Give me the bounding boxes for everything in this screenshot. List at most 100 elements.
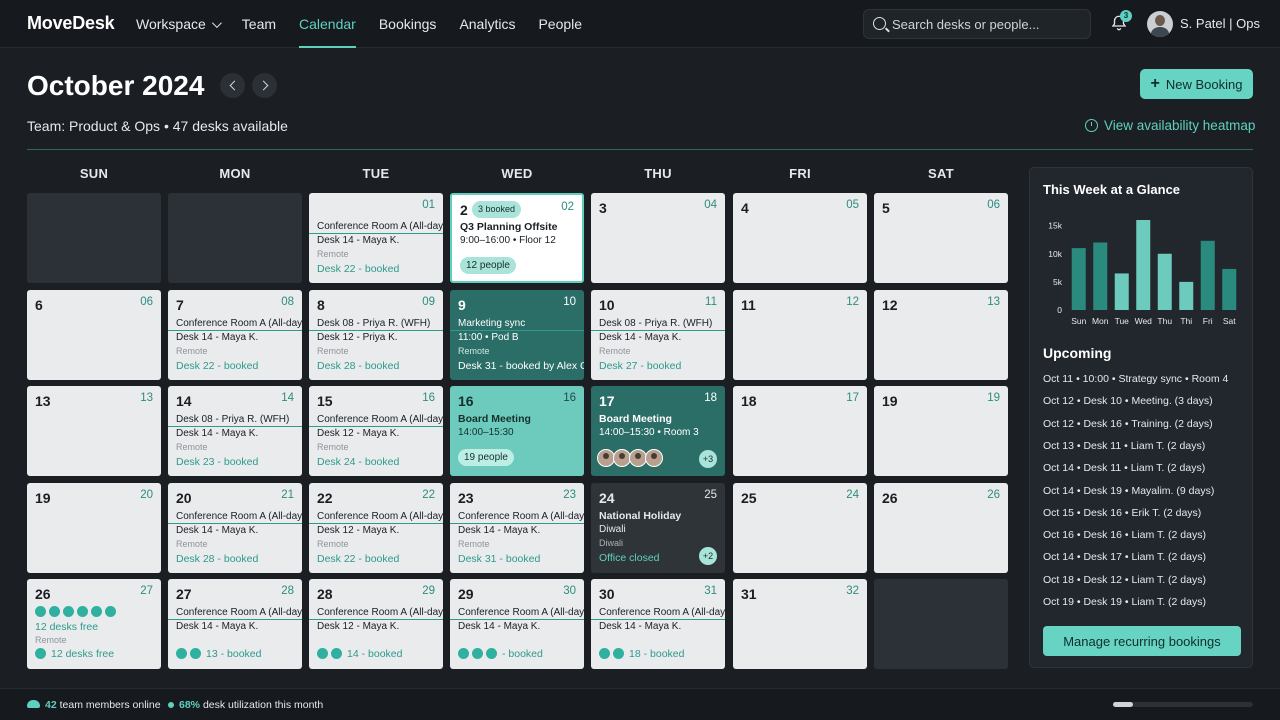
upcoming-item[interactable]: Oct 14 • Desk 19 • Mayalim. (9 days) (1043, 485, 1214, 497)
x-tick-label: Thu (1157, 316, 1172, 326)
upcoming-item[interactable]: Oct 13 • Desk 11 • Liam T. (2 days) (1043, 440, 1205, 452)
calendar-day-cell[interactable]: 19 19 (874, 386, 1008, 476)
nav-item-label: People (538, 16, 583, 32)
row-separator (450, 523, 584, 524)
calendar-day-cell[interactable]: 6 06 (27, 290, 161, 380)
chart-bar[interactable] (1114, 273, 1129, 310)
calendar-day-cell[interactable]: 7 08 Conference Room A (All-day) Desk 14 - … (168, 290, 302, 380)
week-number: 08 (281, 296, 294, 308)
week-number: 10 (563, 296, 576, 308)
upcoming-item[interactable]: Oct 11 • 10:00 • Strategy sync • Room 4 (1043, 373, 1228, 385)
nav-item-bookings[interactable]: Bookings (379, 0, 437, 48)
calendar-day-cell[interactable]: 22 22 Conference Room A (All-day) Desk 12 -… (309, 483, 443, 573)
booking-line: Desk 08 - Priya R. (WFH) (317, 318, 431, 329)
week-number: 12 (846, 296, 859, 308)
calendar-day-cell[interactable]: 26 26 (874, 483, 1008, 573)
nav-item-analytics[interactable]: Analytics (459, 0, 515, 48)
calendar-day-cell[interactable]: 15 16 Conference Room A (All-day) Desk 12 -… (309, 386, 443, 476)
calendar-day-cell[interactable]: 01 Conference Room A (All-day) Desk 14 - M… (309, 193, 443, 283)
day-number: 30 (599, 586, 615, 602)
calendar-day-cell[interactable]: 23 23 Conference Room A (All-day) Desk 14 -… (450, 483, 584, 573)
horizontal-scrollbar[interactable] (1113, 702, 1253, 707)
manage-recurring-bookings-button[interactable]: Manage recurring bookings (1043, 626, 1241, 656)
calendar-day-cell[interactable]: 2 02 3 booked Q3 Planning Offsite 9:00–16:00… (450, 193, 584, 283)
calendar-day-cell[interactable]: 31 32 (733, 579, 867, 669)
chart-bar[interactable] (1200, 240, 1215, 310)
calendar-day-cell[interactable]: 8 09 Desk 08 - Priya R. (WFH) Desk 12 - Pri… (309, 290, 443, 380)
cloud-icon (27, 700, 40, 708)
upcoming-item[interactable]: Oct 16 • Desk 16 • Liam T. (2 days) (1043, 529, 1206, 541)
upcoming-item[interactable]: Oct 15 • Desk 16 • Erik T. (2 days) (1043, 507, 1201, 519)
search-input[interactable] (892, 16, 1082, 32)
calendar-day-cell[interactable]: 29 30 Conference Room A (All-day) Desk 14 -… (450, 579, 584, 669)
calendar-day-cell[interactable]: 26 27 12 desks free Remote 12 desks free (27, 579, 161, 669)
chart-bar[interactable] (1179, 281, 1194, 310)
calendar-day-cell[interactable]: 11 12 (733, 290, 867, 380)
calendar-day-cell[interactable]: 20 21 Conference Room A (All-day) Desk 14 -… (168, 483, 302, 573)
booking-line: Desk 08 - Priya R. (WFH) (176, 414, 290, 425)
previous-month-button[interactable] (220, 73, 245, 98)
calendar-day-cell[interactable]: 30 31 Conference Room A (All-day) Desk 14 -… (591, 579, 725, 669)
calendar-day-cell[interactable]: 3 04 (591, 193, 725, 283)
nav-item-calendar[interactable]: Calendar (299, 0, 356, 48)
event-line: Board Meeting (599, 413, 672, 425)
nav-item-label: Calendar (299, 16, 356, 32)
calendar-day-cell[interactable]: 10 11 Desk 08 - Priya R. (WFH) Desk 14 - Ma… (591, 290, 725, 380)
chart-bar[interactable] (1222, 268, 1237, 310)
calendar-day-cell[interactable]: 14 14 Desk 08 - Priya R. (WFH) Desk 14 - Ma… (168, 386, 302, 476)
upcoming-item[interactable]: Oct 14 • Desk 17 • Liam T. (2 days) (1043, 551, 1206, 563)
upcoming-item[interactable]: Oct 19 • Desk 19 • Liam T. (2 days) (1043, 596, 1206, 608)
calendar-day-cell[interactable]: 16 16 Board Meeting 14:00–15:30 19 people (450, 386, 584, 476)
calendar-day-cell[interactable]: 19 20 (27, 483, 161, 573)
row-separator (591, 619, 725, 620)
chart-bar[interactable] (1136, 220, 1151, 310)
day-number: 7 (176, 297, 184, 313)
upcoming-item[interactable]: Oct 14 • Desk 11 • Liam T. (2 days) (1043, 462, 1205, 474)
booking-line: Desk 12 - Maya K. (317, 621, 400, 632)
chart-bar[interactable] (1157, 253, 1172, 310)
user-avatar[interactable] (1147, 11, 1173, 37)
calendar-day-cell[interactable]: 27 28 Conference Room A (All-day) Desk 14 -… (168, 579, 302, 669)
week-number: 16 (422, 392, 435, 404)
calendar-day-cell[interactable]: 17 18 Board Meeting 14:00–15:30 • Room 3 +3 (591, 386, 725, 476)
calendar-day-cell[interactable]: 13 13 (27, 386, 161, 476)
chevron-down-icon (211, 17, 222, 28)
calendar-day-cell[interactable]: 5 06 (874, 193, 1008, 283)
calendar-day-cell[interactable]: 9 10 Marketing sync 11:00 • Pod B Remote Desk… (450, 290, 584, 380)
calendar-day-cell[interactable]: 24 25 National Holiday Diwali Diwali Office c… (591, 483, 725, 573)
more-badge: +2 (699, 547, 717, 565)
booked-summary: 12 desks free (51, 648, 115, 660)
week-number: 14 (281, 392, 294, 404)
upcoming-title: Upcoming (1043, 345, 1112, 361)
calendar-day-cell[interactable]: 25 24 (733, 483, 867, 573)
calendar-day-cell[interactable]: 4 05 (733, 193, 867, 283)
row-separator (168, 426, 302, 427)
new-booking-button[interactable]: + New Booking (1140, 69, 1253, 99)
booking-line: Remote (599, 346, 631, 356)
chart-bar[interactable] (1071, 248, 1086, 310)
booking-line: Desk 14 - Maya K. (458, 621, 541, 632)
booking-line: Desk 23 - booked (176, 456, 259, 468)
next-month-button[interactable] (252, 73, 277, 98)
chart-bar[interactable] (1093, 242, 1108, 311)
nav-item-team[interactable]: Team (242, 0, 276, 48)
week-number: 01 (422, 199, 435, 211)
calendar-day-cell[interactable]: 28 29 Conference Room A (All-day) Desk 12 -… (309, 579, 443, 669)
event-line: Q3 Planning Offsite (460, 221, 558, 233)
calendar-day-cell[interactable]: 12 13 (874, 290, 1008, 380)
status-footer: 42 team members online 68% desk utilizat… (0, 688, 1280, 720)
nav-item-workspace[interactable]: Workspace (136, 0, 222, 48)
calendar-day-cell[interactable]: 18 17 (733, 386, 867, 476)
app-logo[interactable]: MoveDesk (27, 13, 115, 34)
nav-item-people[interactable]: People (538, 0, 582, 48)
scrollbar-thumb[interactable] (1113, 702, 1133, 707)
availability-heatmap-link[interactable]: View availability heatmap (1085, 118, 1255, 133)
availability-dot (77, 606, 88, 617)
upcoming-item[interactable]: Oct 18 • Desk 12 • Liam T. (2 days) (1043, 574, 1206, 586)
booked-dot (317, 648, 328, 659)
user-name[interactable]: S. Patel | Ops (1180, 16, 1260, 31)
day-number: 29 (458, 586, 474, 602)
upcoming-item[interactable]: Oct 12 • Desk 16 • Training. (2 days) (1043, 418, 1213, 430)
search-box[interactable] (863, 9, 1091, 39)
upcoming-item[interactable]: Oct 12 • Desk 10 • Meeting. (3 days) (1043, 395, 1213, 407)
